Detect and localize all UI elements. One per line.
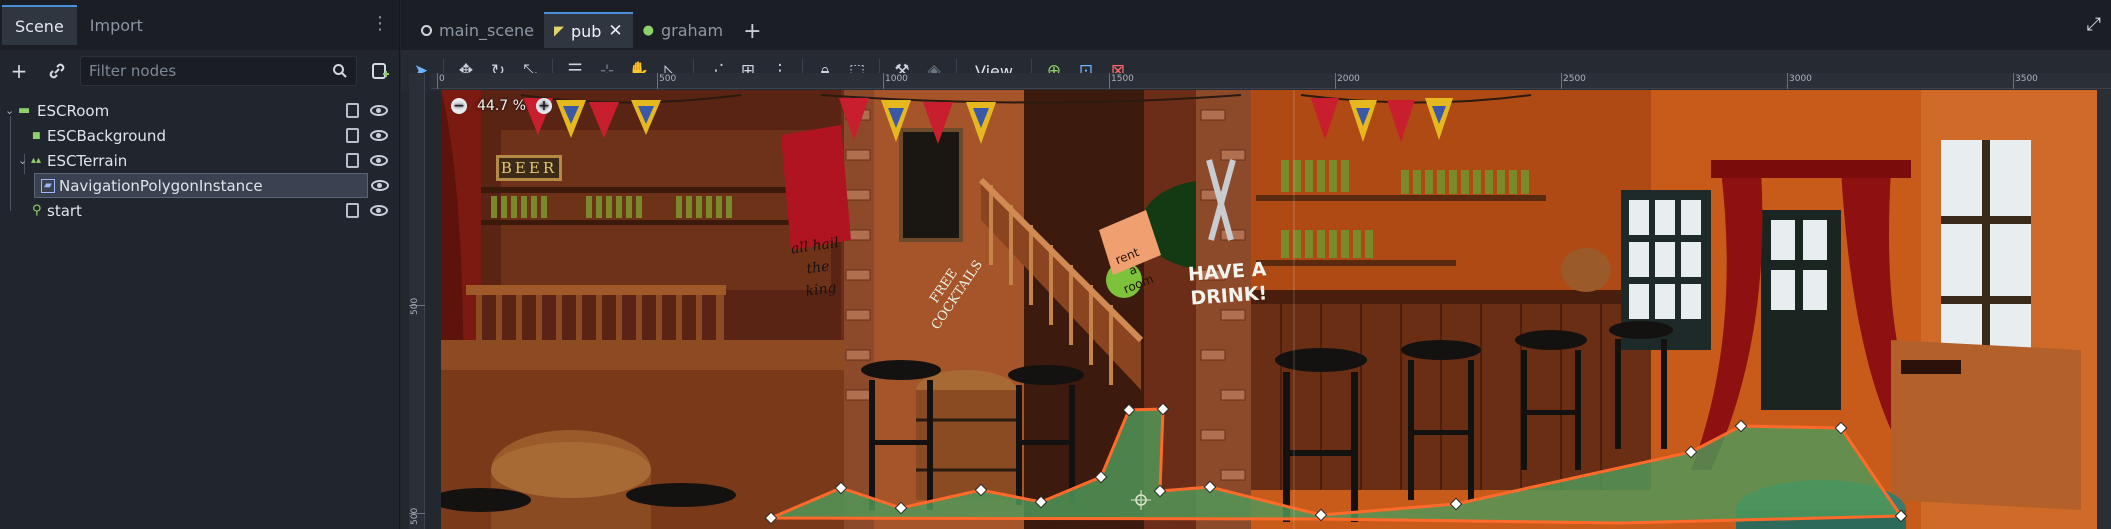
position-node-icon: ⚲	[32, 203, 42, 218]
ruler-label: 2500	[1563, 74, 1586, 84]
tab-main-scene[interactable]: main_scene	[411, 12, 544, 48]
node-label: start	[47, 201, 82, 220]
node-label: NavigationPolygonInstance	[59, 176, 263, 195]
tab-pub[interactable]: ◤ pub ✕	[543, 12, 633, 48]
drink-sign: HAVE A DRINK!	[1161, 256, 1294, 313]
node-label: ESCBackground	[47, 126, 166, 145]
character-scene-icon: ●	[642, 22, 654, 38]
ruler-label: 1500	[1111, 74, 1134, 84]
collapse-arrow-icon[interactable]: ⌄	[5, 104, 14, 117]
dock-tab-bar: Scene Import ⋮	[0, 0, 399, 50]
add-node-button[interactable]: +	[4, 56, 34, 86]
instance-scene-button[interactable]	[42, 56, 72, 86]
visibility-eye-icon[interactable]	[370, 130, 388, 141]
attach-script-button[interactable]	[365, 56, 395, 86]
zoom-widget: − 44.7 % +	[451, 98, 552, 114]
ruler-label: 500	[659, 74, 677, 84]
filter-placeholder: Filter nodes	[89, 62, 177, 80]
scene-toolbar: + Filter nodes	[0, 50, 399, 92]
search-icon	[333, 64, 347, 78]
plus-icon: +	[10, 59, 28, 83]
tab-label: main_scene	[439, 20, 534, 40]
script-add-icon	[372, 63, 389, 79]
tab-import[interactable]: Import	[77, 5, 156, 45]
dock-menu-icon[interactable]: ⋮	[371, 14, 389, 34]
tab-label: pub	[570, 21, 602, 41]
horizontal-ruler: 0 500 1000 1500 2000 2500 3000 3500	[431, 73, 2111, 89]
tree-row-escterrain[interactable]: ⌄ ▴▴ ESCTerrain	[0, 148, 399, 173]
ruler-label: 500	[410, 297, 420, 315]
tree-row-escbackground[interactable]: ■ ESCBackground	[0, 123, 399, 148]
script-icon[interactable]	[346, 153, 359, 168]
ruler-label: 500	[410, 507, 420, 525]
script-icon[interactable]	[346, 203, 359, 218]
close-icon[interactable]: ✕	[608, 21, 622, 41]
canvas-viewport[interactable]: BEER all hail the king FREE COCKTAILS re…	[441, 90, 2111, 529]
pub-background-art	[441, 90, 2111, 529]
visibility-eye-icon[interactable]	[371, 180, 389, 191]
ruler-label: 3000	[1789, 74, 1812, 84]
add-tab-button[interactable]: +	[733, 19, 771, 50]
ruler-label: 1000	[885, 74, 908, 84]
tab-label: graham	[660, 20, 724, 40]
visibility-eye-icon[interactable]	[370, 155, 388, 166]
node-label: ESCRoom	[37, 101, 110, 120]
collapse-arrow-icon[interactable]: ⌄	[18, 154, 27, 167]
ruler-label: 3500	[2015, 74, 2038, 84]
distraction-free-icon[interactable]: ⤢	[2087, 14, 2101, 35]
tree-row-start[interactable]: ⚲ start	[0, 198, 399, 223]
background-node-icon: ■	[32, 130, 41, 141]
filter-nodes-input[interactable]: Filter nodes	[80, 56, 357, 86]
scene-tree: ⌄ ▬ ESCRoom ■ ESCBackground ⌄ ▴▴ ESCTerr…	[0, 98, 399, 223]
room-node-icon: ▬	[18, 103, 31, 118]
tab-graham[interactable]: ● graham	[633, 12, 733, 48]
terrain-node-icon: ▴▴	[31, 155, 42, 166]
beer-sign: BEER	[496, 155, 562, 181]
vertical-ruler: 500 500	[409, 73, 425, 529]
scene-tab-bar: main_scene ◤ pub ✕ ● graham + ⤢	[401, 0, 2111, 50]
tree-row-navigationpolygoninstance[interactable]: ▰ NavigationPolygonInstance	[34, 173, 389, 198]
ruler-label: 2000	[1337, 74, 1360, 84]
ruler-label: 0	[439, 74, 445, 84]
zoom-level[interactable]: 44.7 %	[477, 98, 526, 114]
poster-text: all hail the king	[782, 231, 855, 305]
zoom-in-button[interactable]: +	[535, 98, 552, 114]
script-scene-icon: ◤	[553, 23, 564, 39]
script-icon[interactable]	[346, 103, 359, 118]
tab-scene[interactable]: Scene	[2, 5, 77, 45]
editor-main: main_scene ◤ pub ✕ ● graham + ⤢ ➤ ✥ ↻ ⤡ …	[401, 0, 2111, 529]
zoom-out-button[interactable]: −	[451, 98, 467, 114]
scene-dock: Scene Import ⋮ + Filter nodes ⌄ ▬ ESCRoo…	[0, 0, 400, 529]
visibility-eye-icon[interactable]	[370, 205, 388, 216]
navigation-polygon-icon: ▰	[41, 178, 55, 193]
tree-row-escroom[interactable]: ⌄ ▬ ESCRoom	[0, 98, 399, 123]
script-icon[interactable]	[346, 128, 359, 143]
node-label: ESCTerrain	[47, 151, 128, 170]
scene-icon	[421, 24, 432, 36]
link-icon	[49, 63, 65, 79]
visibility-eye-icon[interactable]	[370, 105, 388, 116]
